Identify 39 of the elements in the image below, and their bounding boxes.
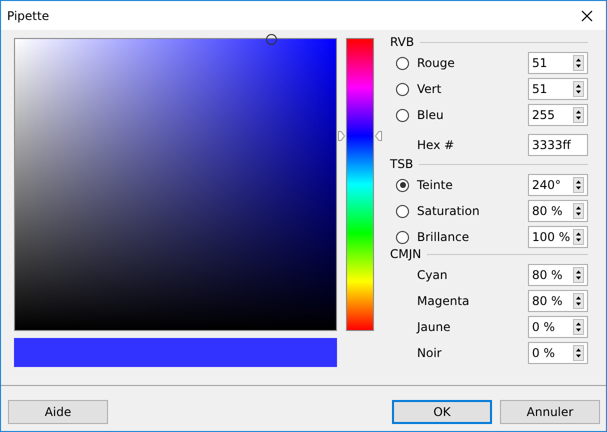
radio-button[interactable] <box>396 82 409 96</box>
field-label: Rouge <box>417 56 456 70</box>
spin-arrows-icon[interactable] <box>573 293 584 309</box>
spin-arrows-icon[interactable] <box>573 267 584 283</box>
radio-button[interactable] <box>396 178 409 192</box>
field-label: Hex # <box>417 138 456 152</box>
spin-arrows-icon[interactable] <box>573 319 584 335</box>
dialog-button[interactable]: Aide <box>8 400 108 424</box>
section-heading: TSB <box>390 157 414 171</box>
field-label: Magenta <box>417 294 470 308</box>
field-label: Saturation <box>417 204 481 218</box>
close-icon[interactable] <box>581 10 593 22</box>
slider-handle-icon[interactable] <box>338 130 382 141</box>
hue-slider[interactable] <box>338 38 382 331</box>
window-title: Pipette <box>7 8 50 22</box>
spin-arrows-icon[interactable] <box>573 55 584 71</box>
spin-arrows-icon[interactable] <box>573 177 584 193</box>
field-label: Vert <box>417 82 442 96</box>
spin-arrows-icon[interactable] <box>573 345 584 361</box>
field-label: Cyan <box>417 268 448 282</box>
spin-arrows-icon[interactable] <box>573 203 584 219</box>
field-label: Bleu <box>417 108 445 122</box>
field-label: Teinte <box>417 178 454 192</box>
radio-button[interactable] <box>396 56 409 70</box>
dialog-button[interactable]: OK <box>392 400 492 424</box>
spin-arrows-icon[interactable] <box>573 107 584 123</box>
section-heading: RVB <box>390 35 414 49</box>
radio-button[interactable] <box>396 230 409 244</box>
dialog-button[interactable]: Annuler <box>500 400 600 424</box>
section-heading: CMJN <box>390 247 422 261</box>
picker-circle-icon[interactable] <box>266 34 277 45</box>
spin-arrows-icon[interactable] <box>573 81 584 97</box>
field-label: Brillance <box>417 230 470 244</box>
input-field[interactable]: 3333ff <box>528 134 588 156</box>
radio-button[interactable] <box>396 108 409 122</box>
radio-button[interactable] <box>396 204 409 218</box>
spin-arrows-icon[interactable] <box>573 229 584 245</box>
field-label: Jaune <box>417 320 452 334</box>
field-label: Noir <box>417 346 443 360</box>
